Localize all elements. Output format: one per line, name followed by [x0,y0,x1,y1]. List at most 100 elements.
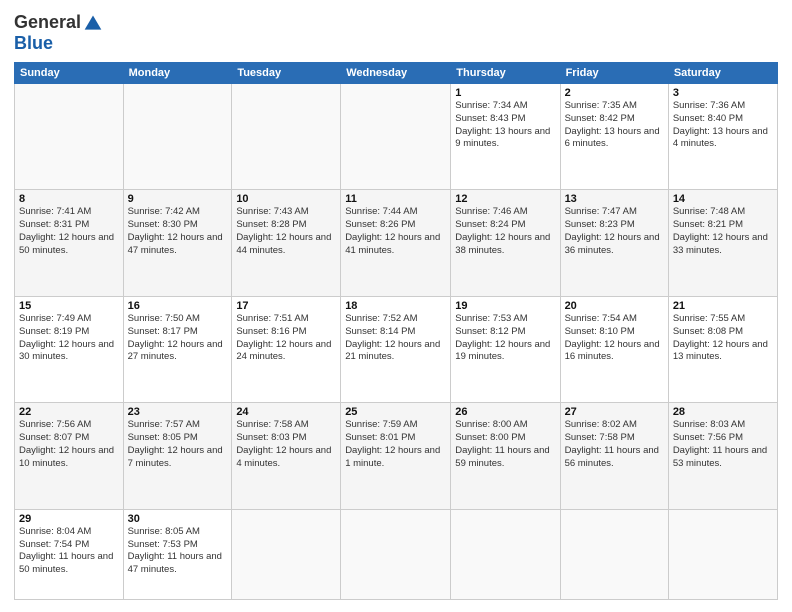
week-row-3: 22 Sunrise: 7:56 AMSunset: 8:07 PMDaylig… [15,403,778,509]
calendar-cell: 13 Sunrise: 7:47 AMSunset: 8:23 PMDaylig… [560,190,668,296]
day-number: 27 [565,406,664,418]
calendar-cell [560,509,668,599]
day-detail: Sunrise: 8:05 AMSunset: 7:53 PMDaylight:… [128,526,222,575]
calendar-cell: 24 Sunrise: 7:58 AMSunset: 8:03 PMDaylig… [232,403,341,509]
day-number: 10 [236,193,336,205]
day-number: 16 [128,300,228,312]
col-wednesday: Wednesday [341,63,451,84]
calendar-cell [668,509,777,599]
calendar-cell: 3 Sunrise: 7:36 AMSunset: 8:40 PMDayligh… [668,84,777,190]
day-detail: Sunrise: 7:57 AMSunset: 8:05 PMDaylight:… [128,419,223,468]
day-detail: Sunrise: 7:49 AMSunset: 8:19 PMDaylight:… [19,313,114,362]
day-detail: Sunrise: 8:02 AMSunset: 7:58 PMDaylight:… [565,419,659,468]
calendar-cell: 27 Sunrise: 8:02 AMSunset: 7:58 PMDaylig… [560,403,668,509]
day-number: 2 [565,87,664,99]
day-detail: Sunrise: 7:54 AMSunset: 8:10 PMDaylight:… [565,313,660,362]
col-friday: Friday [560,63,668,84]
day-detail: Sunrise: 7:36 AMSunset: 8:40 PMDaylight:… [673,100,768,149]
calendar-cell [341,84,451,190]
day-detail: Sunrise: 7:48 AMSunset: 8:21 PMDaylight:… [673,206,768,255]
logo-icon [83,13,103,33]
day-number: 13 [565,193,664,205]
calendar-cell: 23 Sunrise: 7:57 AMSunset: 8:05 PMDaylig… [123,403,232,509]
logo-blue-text: Blue [14,33,53,54]
calendar-cell: 10 Sunrise: 7:43 AMSunset: 8:28 PMDaylig… [232,190,341,296]
calendar-cell: 30 Sunrise: 8:05 AMSunset: 7:53 PMDaylig… [123,509,232,599]
calendar-cell: 29 Sunrise: 8:04 AMSunset: 7:54 PMDaylig… [15,509,124,599]
day-number: 21 [673,300,773,312]
calendar-cell: 18 Sunrise: 7:52 AMSunset: 8:14 PMDaylig… [341,296,451,402]
header: General Blue [14,12,778,54]
day-number: 28 [673,406,773,418]
day-detail: Sunrise: 8:03 AMSunset: 7:56 PMDaylight:… [673,419,767,468]
calendar-cell [123,84,232,190]
day-number: 26 [455,406,555,418]
week-row-1: 8 Sunrise: 7:41 AMSunset: 8:31 PMDayligh… [15,190,778,296]
col-sunday: Sunday [15,63,124,84]
day-detail: Sunrise: 8:04 AMSunset: 7:54 PMDaylight:… [19,526,113,575]
day-number: 9 [128,193,228,205]
calendar-cell [451,509,560,599]
day-detail: Sunrise: 8:00 AMSunset: 8:00 PMDaylight:… [455,419,549,468]
day-number: 23 [128,406,228,418]
day-detail: Sunrise: 7:42 AMSunset: 8:30 PMDaylight:… [128,206,223,255]
day-detail: Sunrise: 7:34 AMSunset: 8:43 PMDaylight:… [455,100,550,149]
day-number: 18 [345,300,446,312]
calendar-header-row: Sunday Monday Tuesday Wednesday Thursday… [15,63,778,84]
col-tuesday: Tuesday [232,63,341,84]
day-number: 30 [128,513,228,525]
day-detail: Sunrise: 7:43 AMSunset: 8:28 PMDaylight:… [236,206,331,255]
calendar-cell: 11 Sunrise: 7:44 AMSunset: 8:26 PMDaylig… [341,190,451,296]
calendar-cell [232,509,341,599]
calendar-cell: 19 Sunrise: 7:53 AMSunset: 8:12 PMDaylig… [451,296,560,402]
calendar-cell: 25 Sunrise: 7:59 AMSunset: 8:01 PMDaylig… [341,403,451,509]
page: General Blue Sunday Monday Tuesday Wedne… [0,0,792,612]
col-monday: Monday [123,63,232,84]
calendar-cell [341,509,451,599]
week-row-2: 15 Sunrise: 7:49 AMSunset: 8:19 PMDaylig… [15,296,778,402]
day-detail: Sunrise: 7:50 AMSunset: 8:17 PMDaylight:… [128,313,223,362]
day-detail: Sunrise: 7:47 AMSunset: 8:23 PMDaylight:… [565,206,660,255]
logo: General Blue [14,12,103,54]
calendar-cell: 16 Sunrise: 7:50 AMSunset: 8:17 PMDaylig… [123,296,232,402]
day-number: 12 [455,193,555,205]
day-detail: Sunrise: 7:35 AMSunset: 8:42 PMDaylight:… [565,100,660,149]
calendar-cell [232,84,341,190]
day-detail: Sunrise: 7:55 AMSunset: 8:08 PMDaylight:… [673,313,768,362]
col-thursday: Thursday [451,63,560,84]
calendar-table: Sunday Monday Tuesday Wednesday Thursday… [14,62,778,600]
day-detail: Sunrise: 7:44 AMSunset: 8:26 PMDaylight:… [345,206,440,255]
day-number: 24 [236,406,336,418]
day-detail: Sunrise: 7:56 AMSunset: 8:07 PMDaylight:… [19,419,114,468]
calendar-cell: 17 Sunrise: 7:51 AMSunset: 8:16 PMDaylig… [232,296,341,402]
calendar-cell: 9 Sunrise: 7:42 AMSunset: 8:30 PMDayligh… [123,190,232,296]
day-detail: Sunrise: 7:46 AMSunset: 8:24 PMDaylight:… [455,206,550,255]
day-number: 20 [565,300,664,312]
week-row-0: 1 Sunrise: 7:34 AMSunset: 8:43 PMDayligh… [15,84,778,190]
col-saturday: Saturday [668,63,777,84]
week-row-4: 29 Sunrise: 8:04 AMSunset: 7:54 PMDaylig… [15,509,778,599]
day-detail: Sunrise: 7:53 AMSunset: 8:12 PMDaylight:… [455,313,550,362]
day-number: 15 [19,300,119,312]
day-number: 17 [236,300,336,312]
calendar-cell: 2 Sunrise: 7:35 AMSunset: 8:42 PMDayligh… [560,84,668,190]
calendar-cell: 26 Sunrise: 8:00 AMSunset: 8:00 PMDaylig… [451,403,560,509]
day-detail: Sunrise: 7:58 AMSunset: 8:03 PMDaylight:… [236,419,331,468]
calendar-cell: 1 Sunrise: 7:34 AMSunset: 8:43 PMDayligh… [451,84,560,190]
day-number: 14 [673,193,773,205]
calendar-cell: 21 Sunrise: 7:55 AMSunset: 8:08 PMDaylig… [668,296,777,402]
day-number: 22 [19,406,119,418]
day-number: 29 [19,513,119,525]
day-number: 1 [455,87,555,99]
calendar-cell: 12 Sunrise: 7:46 AMSunset: 8:24 PMDaylig… [451,190,560,296]
day-number: 25 [345,406,446,418]
day-detail: Sunrise: 7:52 AMSunset: 8:14 PMDaylight:… [345,313,440,362]
logo-general-text: General [14,12,81,33]
day-number: 11 [345,193,446,205]
calendar-cell: 15 Sunrise: 7:49 AMSunset: 8:19 PMDaylig… [15,296,124,402]
calendar-cell: 22 Sunrise: 7:56 AMSunset: 8:07 PMDaylig… [15,403,124,509]
calendar-cell: 14 Sunrise: 7:48 AMSunset: 8:21 PMDaylig… [668,190,777,296]
day-number: 3 [673,87,773,99]
calendar-cell: 20 Sunrise: 7:54 AMSunset: 8:10 PMDaylig… [560,296,668,402]
day-detail: Sunrise: 7:59 AMSunset: 8:01 PMDaylight:… [345,419,440,468]
